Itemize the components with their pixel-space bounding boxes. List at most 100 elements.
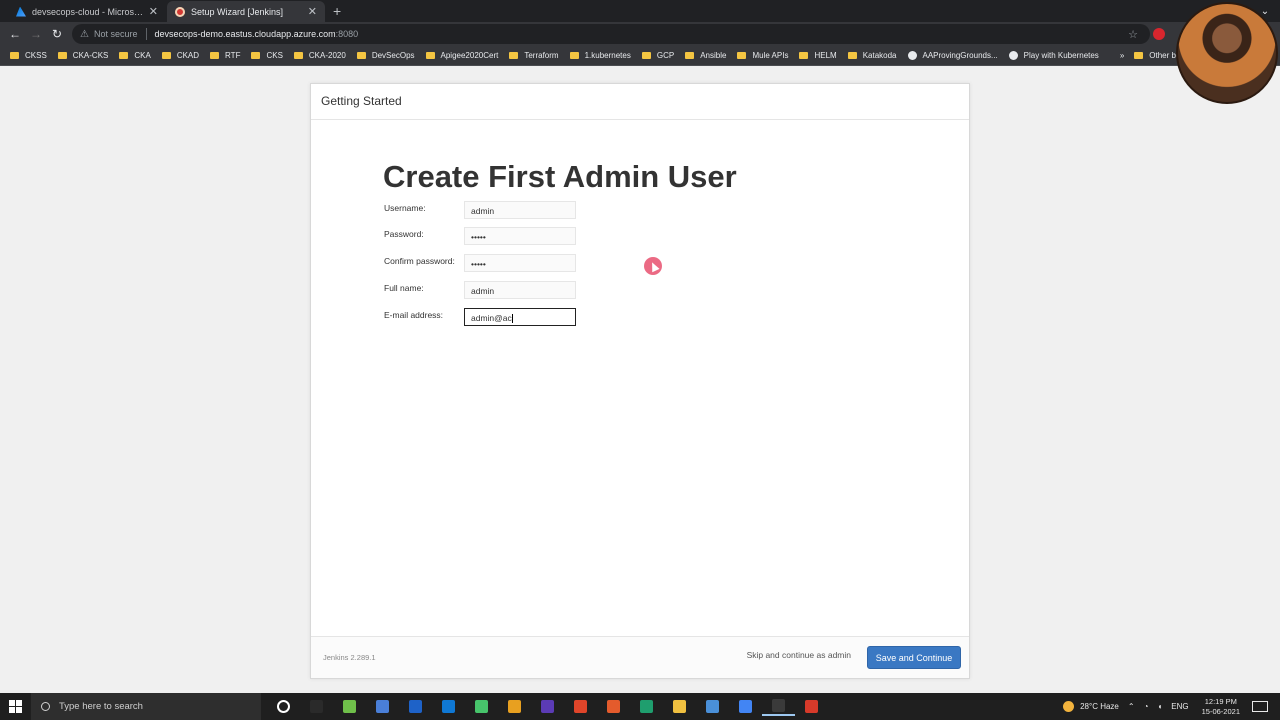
- windows-start-icon[interactable]: [9, 700, 22, 713]
- close-tab-icon[interactable]: ✕: [149, 5, 158, 18]
- full-name-row: Full name: admin: [384, 281, 604, 299]
- bookmark-item[interactable]: Ansible: [685, 51, 726, 60]
- bookmark-item[interactable]: Play with Kubernetes: [1008, 51, 1099, 60]
- address-bar[interactable]: ⚠ Not secure devsecops-demo.eastus.cloud…: [72, 24, 1150, 44]
- forward-icon[interactable]: →: [27, 25, 45, 43]
- taskbar-search[interactable]: Type here to search: [31, 693, 261, 720]
- taskbar-app-icon[interactable]: [663, 697, 696, 716]
- bookmark-label: GCP: [656, 51, 675, 60]
- bookmark-label: DevSecOps: [371, 51, 415, 60]
- skip-button[interactable]: Skip and continue as admin: [747, 650, 851, 660]
- taskbar: Type here to search 28°C Haze ⌃ ◔ ◖ ENG …: [0, 693, 1280, 720]
- version-label: Jenkins 2.289.1: [323, 653, 376, 662]
- taskbar-app-icon[interactable]: [696, 697, 729, 716]
- bookmark-item[interactable]: Katakoda: [847, 51, 897, 60]
- taskbar-app-icon[interactable]: [399, 697, 432, 716]
- clock-date: 15-06-2021: [1201, 706, 1240, 716]
- password-label: Password:: [384, 229, 424, 239]
- network-icon[interactable]: ◔: [1144, 702, 1149, 711]
- password-field[interactable]: •••••: [464, 227, 576, 245]
- tab-jenkins-setup[interactable]: Setup Wizard [Jenkins] ✕: [167, 1, 325, 22]
- folder-icon: [251, 52, 261, 59]
- taskbar-app-icon[interactable]: [795, 697, 828, 716]
- bookmark-label: Terraform: [524, 51, 559, 60]
- clock[interactable]: 12:19 PM 15-06-2021: [1202, 697, 1240, 717]
- bookmark-item[interactable]: CKA: [119, 51, 151, 60]
- bookmark-label: CKA-CKS: [72, 51, 109, 60]
- folder-icon: [210, 52, 220, 59]
- notification-icon[interactable]: [1252, 701, 1268, 712]
- bookmark-item[interactable]: CKA-2020: [293, 51, 346, 60]
- bookmark-item[interactable]: GCP: [641, 51, 675, 60]
- tab-azure[interactable]: devsecops-cloud - Microsoft Az ✕: [8, 1, 166, 22]
- dialog-body: Create First Admin User Username: admin …: [311, 120, 969, 638]
- taskbar-app-icon[interactable]: [531, 697, 564, 716]
- clock-time: 12:19 PM: [1204, 696, 1237, 706]
- webcam-overlay: [1176, 2, 1278, 104]
- folder-icon: [425, 52, 435, 59]
- bookmark-item[interactable]: RTF: [210, 51, 240, 60]
- taskbar-app-icon[interactable]: [729, 697, 762, 716]
- taskbar-app-icon[interactable]: [333, 697, 366, 716]
- weather-text[interactable]: 28°C Haze: [1080, 702, 1119, 711]
- setup-wizard-dialog: Getting Started Create First Admin User …: [310, 83, 970, 679]
- bookmark-label: CKS: [266, 51, 283, 60]
- bookmark-item[interactable]: CKA-CKS: [57, 51, 109, 60]
- dialog-footer: Jenkins 2.289.1 Skip and continue as adm…: [311, 636, 969, 678]
- bookmark-item[interactable]: AAProvingGrounds...: [907, 51, 998, 60]
- new-tab-icon[interactable]: +: [333, 3, 341, 19]
- taskbar-app-icon[interactable]: [597, 697, 630, 716]
- bookmark-item[interactable]: CKSS: [10, 51, 47, 60]
- bookmark-item[interactable]: DevSecOps: [356, 51, 415, 60]
- bookmark-star-icon[interactable]: ☆: [1128, 28, 1138, 41]
- bookmark-item[interactable]: HELM: [799, 51, 837, 60]
- more-bookmarks-icon[interactable]: »: [1120, 51, 1124, 60]
- bookmark-label: Apigee2020Cert: [440, 51, 499, 60]
- email-field[interactable]: admin@ac: [464, 308, 576, 326]
- username-field[interactable]: admin: [464, 201, 576, 219]
- page-title: Create First Admin User: [383, 159, 737, 194]
- bookmark-item[interactable]: CKAD: [161, 51, 200, 60]
- taskbar-app-icon[interactable]: [630, 697, 663, 716]
- reload-icon[interactable]: ↻: [48, 25, 66, 43]
- browser-toolbar: ← → ↻ ⚠ Not secure devsecops-demo.eastus…: [0, 22, 1280, 46]
- bookmark-item[interactable]: Terraform: [509, 51, 559, 60]
- taskbar-app-icon[interactable]: [498, 697, 531, 716]
- folder-icon: [293, 52, 303, 59]
- taskbar-app-icon[interactable]: [564, 697, 597, 716]
- tray-chevron-icon[interactable]: ⌃: [1128, 702, 1135, 711]
- taskbar-app-icon[interactable]: [267, 697, 300, 716]
- bookmark-item[interactable]: CKS: [251, 51, 283, 60]
- security-label: Not secure: [93, 29, 138, 39]
- volume-icon[interactable]: ◖: [1157, 702, 1162, 711]
- email-row: E-mail address: admin@ac: [384, 308, 604, 326]
- taskbar-app-icon[interactable]: [762, 697, 795, 716]
- tab-title: Setup Wizard [Jenkins]: [191, 6, 284, 17]
- save-and-continue-button[interactable]: Save and Continue: [867, 646, 961, 669]
- close-tab-icon[interactable]: ✕: [308, 5, 317, 18]
- confirm-password-row: Confirm password: •••••: [384, 254, 604, 272]
- back-icon[interactable]: ←: [6, 25, 24, 43]
- username-row: Username: admin: [384, 201, 604, 219]
- bookmark-label: AAProvingGrounds...: [922, 51, 998, 60]
- language-indicator[interactable]: ENG: [1171, 702, 1188, 711]
- taskbar-app-icon[interactable]: [465, 697, 498, 716]
- bookmark-item[interactable]: Mule APIs: [737, 51, 788, 60]
- full-name-field[interactable]: admin: [464, 281, 576, 299]
- bookmark-label: CKAD: [176, 51, 200, 60]
- bookmark-label: CKA-2020: [308, 51, 346, 60]
- url-host: devsecops-demo.eastus.cloudapp.azure.com: [154, 29, 336, 39]
- folder-icon: [685, 52, 695, 59]
- taskbar-app-icon[interactable]: [300, 697, 333, 716]
- system-tray: 28°C Haze ⌃ ◔ ◖ ENG 12:19 PM 15-06-2021: [1063, 693, 1280, 720]
- confirm-password-field[interactable]: •••••: [464, 254, 576, 272]
- bookmark-item[interactable]: 1.kubernetes: [569, 51, 631, 60]
- dialog-header: Getting Started: [311, 84, 969, 120]
- bookmark-item[interactable]: Apigee2020Cert: [425, 51, 499, 60]
- full-name-label: Full name:: [384, 283, 424, 293]
- taskbar-app-icon[interactable]: [366, 697, 399, 716]
- taskbar-app-icon[interactable]: [432, 697, 465, 716]
- extension-icon[interactable]: [1153, 28, 1165, 40]
- bookmark-label: RTF: [225, 51, 241, 60]
- bookmarks-bar: CKSS CKA-CKS CKA CKAD RTF CKS CKA-2020 D…: [0, 46, 1280, 66]
